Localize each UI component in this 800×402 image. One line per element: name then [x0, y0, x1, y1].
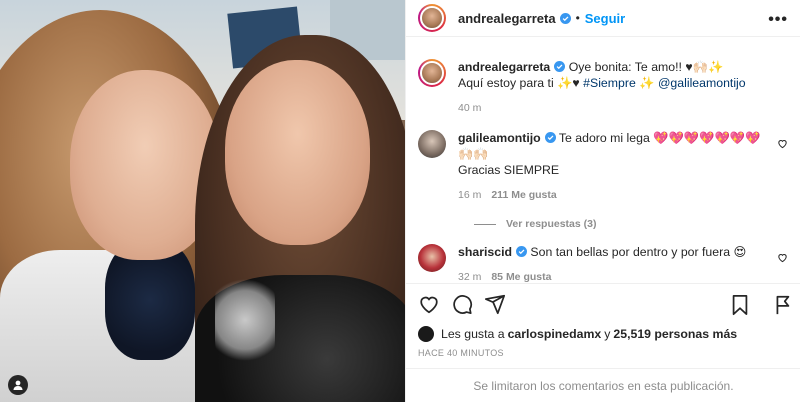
save-bookmark-icon[interactable] [730, 294, 750, 316]
comment-username[interactable]: shariscid [458, 245, 512, 259]
likes-prefix: Les gusta a [441, 327, 505, 341]
comments-list: andrealegarreta Oye bonita: Te amo!! ♥🙌🏻… [406, 37, 800, 285]
caption: andrealegarreta Oye bonita: Te amo!! ♥🙌🏻… [418, 37, 788, 116]
separator-dot: • [575, 11, 580, 25]
comment-time[interactable]: 32 m [458, 271, 481, 283]
comments-disabled-notice: Se limitaron los comentarios en esta pub… [406, 368, 800, 402]
tagged-users-button[interactable] [8, 375, 28, 395]
liker-username[interactable]: carlospinedamx [508, 327, 602, 341]
comment-icon[interactable] [451, 293, 473, 315]
post-timestamp: HACE 40 MINUTOS [418, 348, 504, 358]
mention-link[interactable]: @galileamontijo [658, 76, 746, 90]
like-comment-heart-icon[interactable] [777, 252, 788, 263]
like-heart-icon[interactable] [418, 293, 440, 315]
author-username[interactable]: andrealegarreta [458, 11, 556, 26]
post-details-panel: andrealegarreta • Seguir ••• andrealegar… [405, 0, 800, 402]
verified-icon [516, 246, 527, 257]
caption-username[interactable]: andrealegarreta [458, 60, 550, 74]
caption-sparkle: ✨ [635, 76, 658, 90]
hashtag-link[interactable]: #Siempre [583, 76, 636, 90]
author-avatar[interactable] [418, 4, 446, 32]
user-icon [13, 380, 23, 390]
caption-text-1: Oye bonita: Te amo!! ♥🙌🏻✨ [568, 60, 724, 74]
post-header: andrealegarreta • Seguir ••• [406, 0, 800, 37]
verified-icon [559, 12, 571, 24]
author-avatar-image [420, 6, 444, 30]
likes-middle: y [604, 327, 611, 341]
post-photo[interactable] [0, 0, 405, 402]
reply-divider [474, 223, 496, 225]
view-replies-button[interactable]: Ver respuestas (3) [474, 218, 788, 230]
verified-icon [544, 132, 556, 143]
comment-likes[interactable]: 85 Me gusta [491, 271, 551, 283]
photo-face-right [225, 60, 370, 245]
likes-count-link[interactable]: 25,519 personas más [613, 327, 737, 341]
caption-text-2: Aquí estoy para ti ✨♥ [458, 76, 584, 90]
comment-meta: 16 m 211 Me gusta [458, 187, 768, 203]
comment-text-2: Gracias SIEMPRE [458, 163, 560, 177]
view-replies-label: Ver respuestas (3) [506, 218, 597, 230]
likes-summary: Les gusta a carlospinedamx y 25,519 pers… [418, 326, 737, 342]
caption-body: andrealegarreta Oye bonita: Te amo!! ♥🙌🏻… [458, 59, 788, 116]
comment-body: galileamontijo Te adoro mi lega 💖💖💖💖💖💖💖🙌… [458, 130, 788, 203]
liker-avatar[interactable] [418, 326, 434, 342]
caption-avatar[interactable] [418, 59, 446, 87]
comment-text: Son tan bellas por dentro y por fuera 😍 [530, 245, 747, 259]
photo-necklace [215, 270, 275, 370]
share-icon[interactable] [484, 293, 506, 315]
commenter-avatar[interactable] [418, 244, 446, 272]
like-comment-heart-icon[interactable] [777, 138, 788, 149]
post-actions [406, 283, 800, 323]
more-options-icon[interactable]: ••• [768, 11, 788, 29]
commenter-avatar[interactable] [418, 130, 446, 158]
verified-icon [554, 61, 566, 72]
comment-item: shariscid Son tan bellas por dentro y po… [418, 244, 788, 285]
comment-time[interactable]: 16 m [458, 189, 481, 201]
flag-icon[interactable] [774, 294, 790, 316]
comment-username[interactable]: galileamontijo [458, 131, 541, 145]
caption-time[interactable]: 40 m [458, 100, 768, 116]
comment-item: galileamontijo Te adoro mi lega 💖💖💖💖💖💖💖🙌… [418, 130, 788, 203]
comment-body: shariscid Son tan bellas por dentro y po… [458, 244, 788, 285]
follow-button[interactable]: Seguir [585, 11, 625, 26]
caption-avatar-image [420, 61, 444, 85]
comment-likes[interactable]: 211 Me gusta [491, 189, 556, 201]
